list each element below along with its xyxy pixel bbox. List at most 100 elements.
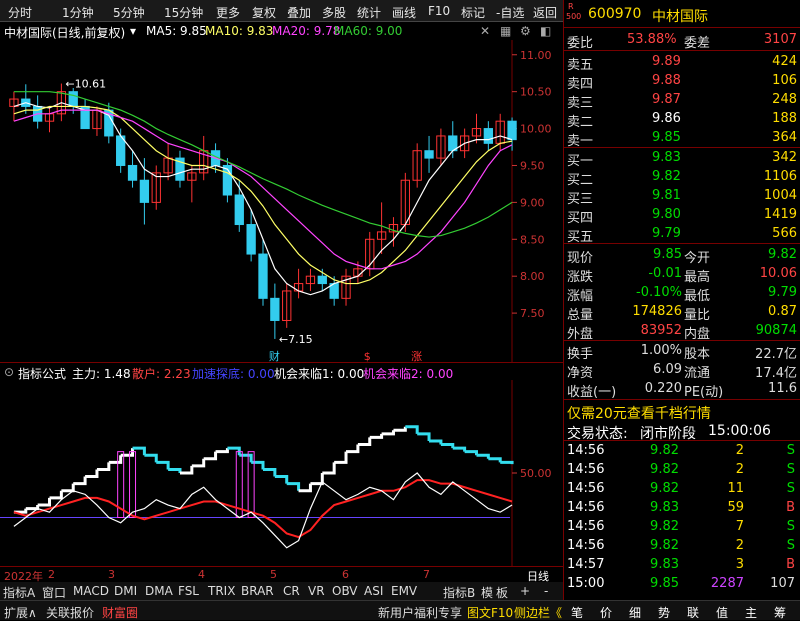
tick-price: 9.85 (650, 576, 679, 591)
tab-shi[interactable]: 势 (658, 604, 670, 621)
ask-row: 卖四 9.88 106 (564, 71, 800, 92)
bid-volume: 566 (772, 226, 797, 241)
date-label: 7 (423, 568, 430, 581)
step-line-segment (251, 460, 265, 470)
chart-grid-icon[interactable]: ▦ (500, 24, 511, 38)
chart-settings-icon[interactable]: ⚙ (520, 24, 531, 38)
tab-chou[interactable]: 筹 (774, 604, 786, 621)
add-button[interactable]: + (520, 584, 530, 598)
ask-volume: 106 (772, 73, 797, 88)
y-tick-label: 50.00 (520, 467, 552, 480)
tab-lian[interactable]: 联 (687, 604, 699, 621)
tab-board[interactable]: 板 (496, 584, 508, 601)
step-line-segment (25, 505, 40, 511)
tab-xi[interactable]: 细 (629, 604, 641, 621)
expand-button[interactable]: 扩展∧ (4, 604, 37, 621)
step-line-segment (452, 446, 467, 452)
tab-zhu[interactable]: 主 (745, 604, 757, 621)
spike-bar (129, 451, 137, 518)
ask-price: 9.85 (652, 130, 681, 145)
tab-zhi[interactable]: 值 (716, 604, 728, 621)
back-button[interactable]: 返回 (533, 4, 557, 21)
draw-line-button[interactable]: 画线 (392, 4, 416, 21)
tab-asi[interactable]: ASI (364, 584, 383, 598)
tab-window[interactable]: 窗口 (42, 584, 66, 601)
date-axis: 2022年 2 3 4 5 6 7 日线 (0, 566, 563, 583)
tab-trix[interactable]: TRIX (208, 584, 235, 598)
promo-text[interactable]: 仅需20元查看千档行情 (567, 403, 711, 423)
stats-button[interactable]: 统计 (357, 4, 381, 21)
mark-button[interactable]: 标记 (461, 4, 485, 21)
tab-emv[interactable]: EMV (391, 584, 417, 598)
tick-direction: S (786, 462, 795, 477)
chart-expand-icon[interactable]: ◧ (540, 24, 551, 38)
tab-jia[interactable]: 价 (600, 604, 612, 621)
related-quote-button[interactable]: 关联报价 (46, 604, 94, 621)
y-tick-label: 10.50 (520, 86, 552, 99)
step-line-segment (322, 462, 336, 475)
promo-row[interactable]: 仅需20元查看千档行情 (564, 401, 800, 423)
tick-volume: 11 (727, 481, 744, 496)
f10-button[interactable]: F10 (428, 4, 450, 18)
wealth-circle-button[interactable]: 财富圈 (102, 604, 138, 621)
tab-bi[interactable]: 笔 (571, 604, 583, 621)
bid-volume: 1004 (763, 188, 797, 203)
y-tick-label: 11.00 (520, 49, 552, 62)
remove-button[interactable]: - (544, 584, 548, 598)
tick-row: 14:56 9.82 7 S (564, 517, 800, 536)
dropdown-icon[interactable]: ▾ (130, 24, 136, 38)
step-line-segment (286, 482, 301, 491)
ask-price: 9.87 (652, 92, 681, 107)
tick-price: 9.82 (650, 443, 679, 458)
tab-5min[interactable]: 5分钟 (113, 4, 145, 21)
candle-body (270, 297, 280, 321)
overlay-button[interactable]: 叠加 (287, 4, 311, 21)
stat-row: 现价 9.85 今开 9.82 (564, 245, 800, 266)
tab-dma[interactable]: DMA (145, 584, 173, 598)
tab-fenshi[interactable]: 分时 (8, 4, 32, 21)
tab-15min[interactable]: 15分钟 (164, 4, 203, 21)
candle-body (258, 253, 268, 299)
more-menu[interactable]: 更多 (216, 4, 240, 21)
step-line-segment (215, 448, 229, 454)
sidebar-toggle[interactable]: 侧边栏《 (514, 604, 562, 621)
tab-indicator-a[interactable]: 指标A (3, 584, 35, 601)
new-user-promo[interactable]: 新用户福利专享 (378, 604, 462, 621)
fundamental-row: 收益(一) 0.220 PE(动) 11.6 (564, 379, 800, 400)
tab-vr[interactable]: VR (308, 584, 325, 598)
ask-row: 卖三 9.87 248 (564, 90, 800, 111)
tick-direction: S (786, 519, 795, 534)
tab-indicator-b[interactable]: 指标B (443, 584, 475, 601)
indicator-chart[interactable]: 50.00 (0, 380, 563, 566)
remove-watchlist-button[interactable]: -自选 (496, 4, 524, 21)
tab-template[interactable]: 模 (481, 584, 493, 601)
tick-time: 14:56 (567, 519, 605, 534)
badge-number: 500 (566, 12, 582, 21)
tab-fsl[interactable]: FSL (178, 584, 199, 598)
close-icon[interactable]: ✕ (480, 24, 490, 38)
fundamental-label: 收益(一) (567, 385, 617, 400)
price-chart[interactable]: 11.00 10.50 10.00 9.50 9.00 8.50 8.00 7.50 ←10.6… (0, 40, 563, 362)
tab-dmi[interactable]: DMI (114, 584, 137, 598)
candle-body (68, 91, 78, 107)
f10-graphic-button[interactable]: 图文F10 (467, 604, 513, 621)
tick-row: 14:56 9.83 59 B (564, 498, 800, 517)
tab-cr[interactable]: CR (283, 584, 300, 598)
fundamental-label: PE(动) (684, 385, 724, 400)
candle-body (483, 128, 493, 144)
indicator-dropdown-icon[interactable]: ⊙ (4, 365, 14, 379)
fuquan-button[interactable]: 复权 (252, 4, 276, 21)
tab-1min[interactable]: 1分钟 (62, 4, 94, 21)
indicator-header: ⊙ 指标公式 主力: 1.48 散户: 2.23 加速探底: 0.00 机会来临… (0, 362, 563, 381)
tick-direction: B (786, 557, 795, 572)
tick-row: 14:57 9.83 3 B (564, 555, 800, 574)
tick-row: 14:56 9.82 2 S (564, 536, 800, 555)
bid-row: 买三 9.81 1004 (564, 186, 800, 207)
tab-brar[interactable]: BRAR (241, 584, 274, 598)
stat-value: 0.87 (768, 304, 797, 319)
multi-stock-button[interactable]: 多股 (322, 4, 346, 21)
tab-macd[interactable]: MACD (73, 584, 109, 598)
tab-obv[interactable]: OBV (332, 584, 358, 598)
step-line-segment (476, 453, 490, 459)
date-label: 4 (198, 568, 205, 581)
